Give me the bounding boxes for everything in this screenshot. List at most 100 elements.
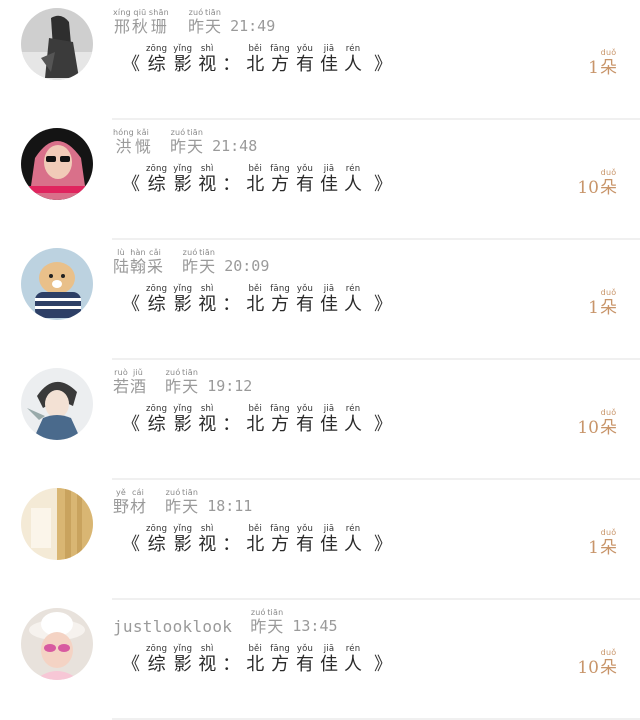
- title-char: zōng 综: [146, 405, 167, 436]
- title-char: fāng 方: [270, 525, 290, 556]
- hanzi: 有: [296, 534, 315, 555]
- pinyin: jiǔ: [132, 368, 144, 377]
- pinyin: shì: [200, 164, 214, 174]
- pinyin: zuó: [188, 8, 204, 17]
- hanzi: 朵: [600, 538, 617, 558]
- hanzi: 翰: [130, 257, 147, 276]
- pinyin: tiān: [204, 8, 222, 17]
- title-char: yǒu 有: [296, 165, 314, 196]
- pinyin: zōng: [146, 524, 168, 534]
- pinyin: shì: [200, 524, 214, 534]
- pinyin: zuó: [165, 368, 181, 377]
- title-colon: ：: [222, 294, 241, 315]
- pinyin: qiū: [133, 8, 147, 17]
- hanzi: 人: [344, 174, 363, 195]
- title-char: rén 人: [344, 45, 362, 76]
- pinyin: běi: [248, 524, 263, 534]
- meta-line: xíng 邢 qiū 秋 shān 珊 zuó 昨 tiān 天 21:49: [113, 8, 275, 36]
- pinyin: jiā: [323, 644, 335, 654]
- amount-number: 1: [588, 538, 599, 558]
- hanzi: 综: [147, 654, 166, 675]
- pinyin: zōng: [146, 44, 168, 54]
- avatar[interactable]: [21, 368, 93, 440]
- day-label-char: tiān 天: [182, 368, 198, 396]
- flower-amount: 10 duǒ 朵: [577, 648, 618, 679]
- time-value: 19:12: [207, 377, 253, 395]
- username[interactable]: xíng 邢 qiū 秋 shān 珊: [113, 8, 170, 36]
- gift-record-row[interactable]: justlooklook zuó 昨 tiān 天 13:45 《 zōng 综 yǐng 影 shì…: [0, 600, 640, 720]
- username[interactable]: ruò 若 jiǔ 酒: [113, 368, 147, 396]
- avatar[interactable]: [21, 8, 93, 80]
- timestamp: zuó 昨 tiān 天 18:11: [165, 488, 252, 516]
- timestamp: zuó 昨 tiān 天 13:45: [250, 608, 337, 636]
- pinyin: jiā: [323, 404, 335, 414]
- avatar[interactable]: [21, 488, 93, 560]
- day-label-char: tiān 天: [205, 8, 221, 36]
- gift-record-row[interactable]: ruò 若 jiǔ 酒 zuó 昨 tiān 天 19:12 《 zōng 综 yǐng 影 shì 视： bě…: [0, 360, 640, 480]
- hanzi: 视: [198, 54, 217, 75]
- timestamp: zuó 昨 tiān 天 21:49: [188, 8, 275, 36]
- title-char: jiā 佳: [320, 645, 338, 676]
- title-char: zōng 综: [146, 165, 167, 196]
- pinyin: duǒ: [600, 288, 617, 297]
- avatar[interactable]: [21, 248, 93, 320]
- title-char: shì 视: [198, 165, 216, 196]
- hanzi: 若: [113, 377, 130, 396]
- pinyin: tiān: [267, 608, 284, 617]
- pinyin: rén: [345, 644, 361, 654]
- gift-record-row[interactable]: yě 野 cái 材 zuó 昨 tiān 天 18:11 《 zōng 综 yǐng 影 shì 视： běi…: [0, 480, 640, 600]
- hanzi: 昨: [187, 17, 204, 36]
- avatar[interactable]: [21, 608, 93, 680]
- title-char: shì 视: [198, 645, 216, 676]
- title-char: jiā 佳: [320, 45, 338, 76]
- meta-line: yě 野 cái 材 zuó 昨 tiān 天 18:11: [113, 488, 252, 516]
- pinyin: cǎi: [148, 248, 162, 257]
- username[interactable]: hóng 洪 kǎi 慨: [113, 128, 152, 156]
- pinyin: fāng: [270, 284, 291, 294]
- avatar[interactable]: [21, 128, 93, 200]
- gift-record-row[interactable]: xíng 邢 qiū 秋 shān 珊 zuó 昨 tiān 天 21:49 《 zōng 综 yǐng 影 s…: [0, 0, 640, 120]
- title-close-bracket: 》: [374, 534, 393, 555]
- title-char: rén 人: [344, 525, 362, 556]
- title-char: běi 北: [246, 45, 264, 76]
- pinyin: ruò: [114, 368, 128, 377]
- username[interactable]: justlooklook: [113, 617, 232, 636]
- hanzi: 影: [173, 174, 192, 195]
- title-char: rén 人: [344, 405, 362, 436]
- username-char: hàn 翰: [130, 248, 146, 276]
- username-char: kǎi 慨: [135, 128, 151, 156]
- program-title: 《 zōng 综 yǐng 影 shì 视： běi 北 fāng 方 yǒu 有 jiā 佳 rén 人》: [116, 160, 398, 196]
- username[interactable]: lù 陆 hàn 翰 cǎi 采: [113, 248, 164, 276]
- time-value: 20:09: [224, 257, 270, 275]
- program-title: 《 zōng 综 yǐng 影 shì 视： běi 北 fāng 方 yǒu 有 jiā 佳 rén 人》: [116, 640, 398, 676]
- title-char: rén 人: [344, 645, 362, 676]
- gift-record-row[interactable]: hóng 洪 kǎi 慨 zuó 昨 tiān 天 21:48 《 zōng 综 yǐng 影 shì 视： b…: [0, 120, 640, 240]
- title-char: rén 人: [344, 165, 362, 196]
- pinyin: rén: [345, 284, 361, 294]
- username[interactable]: yě 野 cái 材: [113, 488, 147, 516]
- hanzi: 方: [271, 654, 290, 675]
- flower-amount: 1 duǒ 朵: [588, 288, 618, 319]
- hanzi: 人: [344, 414, 363, 435]
- pinyin: xíng: [113, 8, 131, 17]
- hanzi: 方: [271, 294, 290, 315]
- hanzi: 酒: [130, 377, 147, 396]
- hanzi: 综: [147, 174, 166, 195]
- timestamp: zuó 昨 tiān 天 21:48: [170, 128, 257, 156]
- gift-record-row[interactable]: lù 陆 hàn 翰 cǎi 采 zuó 昨 tiān 天 20:09 《 zōng 综 yǐng 影 shì 视…: [0, 240, 640, 360]
- title-close-bracket: 》: [374, 174, 393, 195]
- title-char: yǐng 影: [173, 525, 192, 556]
- title-char: jiā 佳: [320, 165, 338, 196]
- hanzi: 昨: [250, 617, 267, 636]
- amount-number: 10: [577, 178, 599, 198]
- day-label-char: tiān 天: [267, 608, 283, 636]
- title-char: běi 北: [246, 285, 264, 316]
- pinyin: yǒu: [296, 164, 314, 174]
- pinyin: zōng: [146, 404, 168, 414]
- hanzi: 采: [147, 257, 164, 276]
- avatar-girl-gray-icon: [21, 8, 93, 80]
- hanzi: 北: [246, 654, 265, 675]
- pinyin: jiā: [323, 524, 335, 534]
- hanzi: 有: [296, 414, 315, 435]
- pinyin: yǐng: [173, 524, 193, 534]
